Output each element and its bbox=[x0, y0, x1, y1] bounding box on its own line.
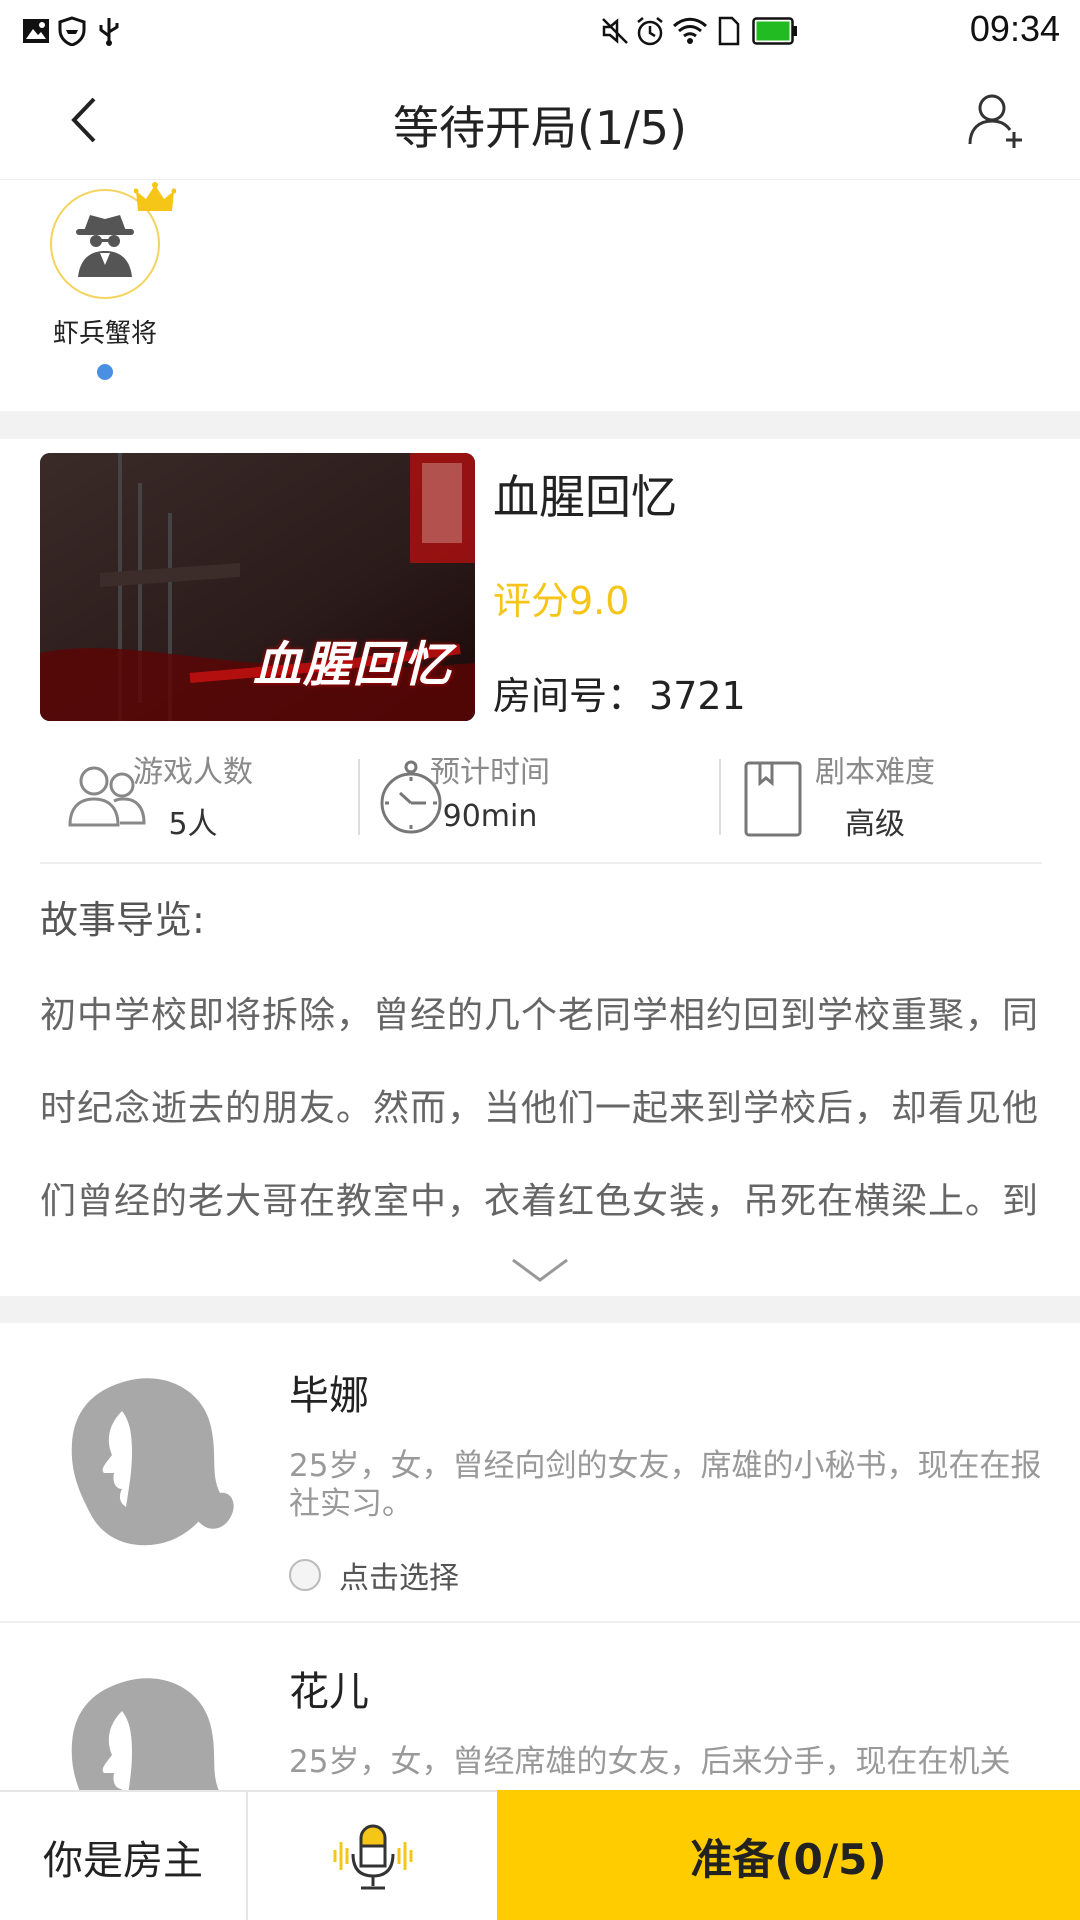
female-silhouette-icon bbox=[71, 1678, 219, 1790]
role-card[interactable]: 花儿 25岁，女，曾经席雄的女友，后来分手，现在在机关 bbox=[0, 1623, 1080, 1790]
sim-icon bbox=[718, 14, 740, 48]
stat-value: 高级 bbox=[845, 807, 905, 842]
ready-button[interactable]: 准备(0/5) bbox=[497, 1790, 1080, 1920]
script-info: 血腥回忆 血腥回忆 评分9.0 房间号： 3721 游戏人数 5人 预计时间 9… bbox=[0, 439, 1080, 1296]
online-indicator bbox=[97, 364, 113, 380]
room-number-value: 3721 bbox=[649, 674, 746, 718]
divider bbox=[358, 759, 360, 835]
clock: 09:34 bbox=[969, 8, 1060, 49]
battery-icon bbox=[752, 14, 798, 48]
expand-story-button[interactable] bbox=[509, 1254, 571, 1286]
script-cover-image: 血腥回忆 bbox=[40, 453, 475, 721]
title-bar: 等待开局(1/5) bbox=[0, 62, 1080, 180]
script-title: 血腥回忆 bbox=[493, 470, 677, 524]
role-select[interactable]: 点击选择 bbox=[289, 1553, 459, 1597]
mute-icon bbox=[600, 14, 630, 48]
host-label: 你是房主 bbox=[0, 1792, 248, 1920]
microphone-icon bbox=[333, 1824, 412, 1890]
role-card[interactable]: 毕娜 25岁，女，曾经向剑的女友，席雄的小秘书，现在在报社实习。 点击选择 bbox=[0, 1323, 1080, 1621]
role-name: 花儿 bbox=[289, 1669, 369, 1715]
section-divider bbox=[0, 411, 1080, 439]
stat-value: 90min bbox=[442, 799, 538, 834]
script-score: 评分9.0 bbox=[493, 579, 630, 623]
image-icon bbox=[22, 14, 50, 48]
player-name: 虾兵蟹将 bbox=[52, 319, 157, 349]
add-user-icon bbox=[968, 94, 1022, 148]
status-bar: 09:34 bbox=[0, 0, 1080, 62]
cover-title: 血腥回忆 bbox=[252, 637, 453, 693]
book-icon bbox=[744, 761, 802, 837]
player-list: 虾兵蟹将 bbox=[0, 181, 1080, 411]
stat-label: 预计时间 bbox=[430, 755, 550, 790]
spy-icon bbox=[76, 215, 134, 277]
stat-value: 5人 bbox=[168, 807, 218, 842]
story-text: 初中学校即将拆除，曾经的几个老同学相约回到学校重聚，同时纪念逝去的朋友。然而，当… bbox=[40, 995, 1040, 1222]
role-description: 25岁，女，曾经向剑的女友，席雄的小秘书，现在在报社实习。 bbox=[289, 1448, 1042, 1522]
page-title: 等待开局(1/5) bbox=[393, 101, 687, 155]
role-select-label: 点击选择 bbox=[339, 1561, 459, 1596]
divider bbox=[719, 759, 721, 835]
crown-icon bbox=[134, 182, 176, 211]
stat-difficulty: 剧本难度 高级 bbox=[730, 739, 1040, 864]
alarm-icon bbox=[634, 14, 666, 48]
shield-icon bbox=[58, 14, 86, 48]
female-silhouette-icon bbox=[71, 1378, 234, 1546]
wifi-icon bbox=[672, 14, 708, 48]
bottom-bar: 你是房主 准备(0/5) bbox=[0, 1790, 1080, 1920]
player-slot[interactable]: 虾兵蟹将 bbox=[50, 182, 176, 380]
role-name: 毕娜 bbox=[289, 1373, 369, 1419]
script-stats: 游戏人数 5人 预计时间 90min 剧本难度 高级 bbox=[40, 739, 1042, 864]
stat-label: 剧本难度 bbox=[815, 755, 935, 790]
room-label: 房间号： bbox=[493, 674, 646, 718]
role-description: 25岁，女，曾经席雄的女友，后来分手，现在在机关 bbox=[289, 1744, 1011, 1780]
story-heading: 故事导览: bbox=[40, 898, 205, 942]
room-number: 房间号： 3721 bbox=[493, 665, 746, 720]
section-divider bbox=[0, 1296, 1080, 1323]
stat-duration: 预计时间 90min bbox=[370, 739, 670, 864]
chevron-down-icon bbox=[512, 1258, 568, 1282]
stat-label: 游戏人数 bbox=[133, 755, 253, 790]
radio-button[interactable] bbox=[289, 1559, 321, 1591]
voice-button[interactable] bbox=[248, 1792, 497, 1920]
stat-players: 游戏人数 5人 bbox=[40, 739, 340, 864]
avatar bbox=[50, 182, 176, 299]
invite-button[interactable] bbox=[962, 88, 1032, 152]
usb-icon bbox=[96, 14, 122, 48]
